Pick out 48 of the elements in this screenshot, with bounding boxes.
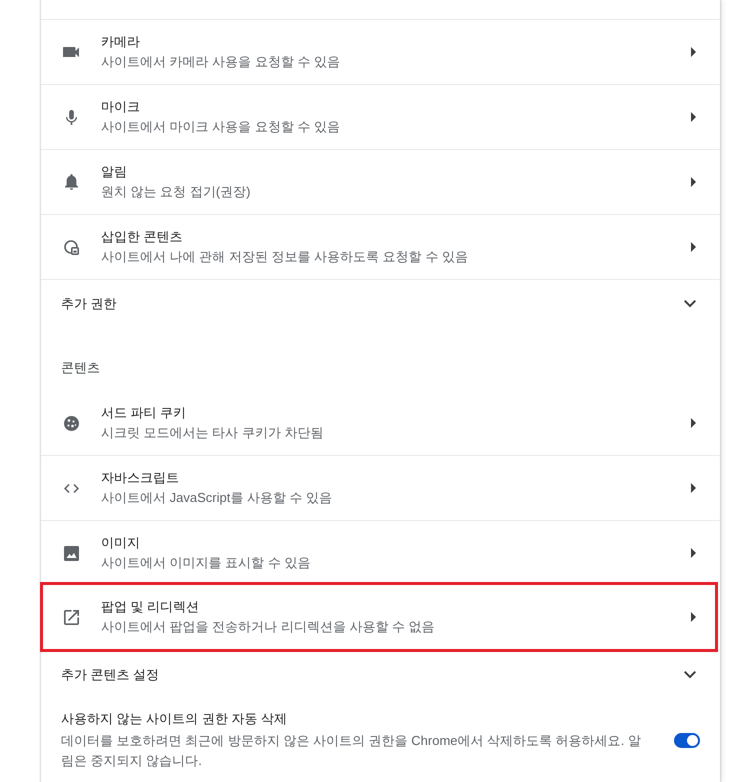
caret-right-icon[interactable] — [691, 242, 696, 252]
setting-title: 서드 파티 쿠키 — [101, 404, 188, 422]
bell-icon — [64, 174, 78, 190]
video-camera-icon — [63, 46, 79, 58]
caret-right-icon[interactable] — [691, 483, 696, 493]
setting-row[interactable]: 마이크 사이트에서 마이크 사용을 요청할 수 있음 — [41, 84, 720, 149]
setting-title: 삽입한 콘텐츠 — [101, 228, 184, 246]
setting-row[interactable]: 이미지 사이트에서 이미지를 표시할 수 있음 — [41, 520, 720, 585]
caret-right-icon[interactable] — [691, 112, 696, 122]
setting-row[interactable]: 팝업 및 리디렉션 사이트에서 팝업을 전송하거나 리디렉션을 사용할 수 없음 — [40, 582, 718, 652]
setting-description: 사이트에서 JavaScript를 사용할 수 있음 — [101, 489, 334, 507]
microphone-icon — [66, 110, 76, 124]
section-heading: 콘텐츠 — [60, 359, 101, 377]
image-icon — [64, 546, 78, 560]
setting-title: 자바스크립트 — [101, 469, 180, 487]
setting-title: 팝업 및 리디렉션 — [101, 598, 200, 616]
toggle-switch[interactable] — [674, 732, 700, 748]
caret-right-icon[interactable] — [691, 612, 696, 622]
setting-description: 사이트에서 나에 관해 저장된 정보를 사용하도록 요청할 수 있음 — [101, 248, 469, 266]
setting-description: 사이트에서 마이크 사용을 요청할 수 있음 — [101, 118, 342, 136]
setting-description: 시크릿 모드에서는 타사 쿠키가 차단됨 — [101, 424, 324, 442]
setting-description: 데이터를 보호하려면 최근에 방문하지 않은 사이트의 권한을 Chrome에서 삭제하도록 허용하세요. 알림은 중지되지 않습니다. — [61, 732, 642, 770]
caret-right-icon[interactable] — [691, 418, 696, 428]
cookie-icon — [64, 416, 78, 430]
circle-square-icon — [64, 240, 78, 254]
box-arrow-icon — [64, 610, 78, 624]
chevron-icon — [684, 671, 696, 679]
setting-row[interactable]: 서드 파티 쿠키 시크릿 모드에서는 타사 쿠키가 차단됨 — [41, 390, 720, 455]
setting-row[interactable]: 자바스크립트 사이트에서 JavaScript를 사용할 수 있음 — [41, 455, 720, 520]
setting-description: 사이트에서 카메라 사용을 요청할 수 있음 — [101, 53, 342, 71]
setting-row[interactable]: 카메라 사이트에서 카메라 사용을 요청할 수 있음 — [41, 19, 720, 84]
setting-title: 카메라 — [101, 33, 141, 51]
setting-description: 원치 않는 요청 접기(권장) — [101, 183, 252, 201]
chevron-icon — [684, 300, 696, 308]
setting-row[interactable]: 삽입한 콘텐츠 사이트에서 나에 관해 저장된 정보를 사용하도록 요청할 수 있음 — [41, 214, 720, 279]
setting-title: 마이크 — [101, 98, 141, 116]
expand-button[interactable]: 추가 권한 — [41, 279, 720, 328]
caret-right-icon[interactable] — [691, 177, 696, 187]
setting-title: 알림 — [101, 163, 128, 181]
setting-description: 사이트에서 팝업을 전송하거나 리디렉션을 사용할 수 없음 — [101, 618, 436, 636]
setting-description: 사이트에서 이미지를 표시할 수 있음 — [101, 554, 312, 572]
code-brackets-icon — [64, 484, 78, 492]
setting-title: 사용하지 않는 사이트의 권한 자동 삭제 — [61, 710, 288, 728]
setting-title: 이미지 — [101, 534, 141, 552]
caret-right-icon[interactable] — [691, 548, 696, 558]
setting-row[interactable]: 알림 원치 않는 요청 접기(권장) — [41, 149, 720, 214]
expand-button[interactable]: 추가 콘텐츠 설정 — [41, 650, 720, 699]
caret-right-icon[interactable] — [691, 47, 696, 57]
